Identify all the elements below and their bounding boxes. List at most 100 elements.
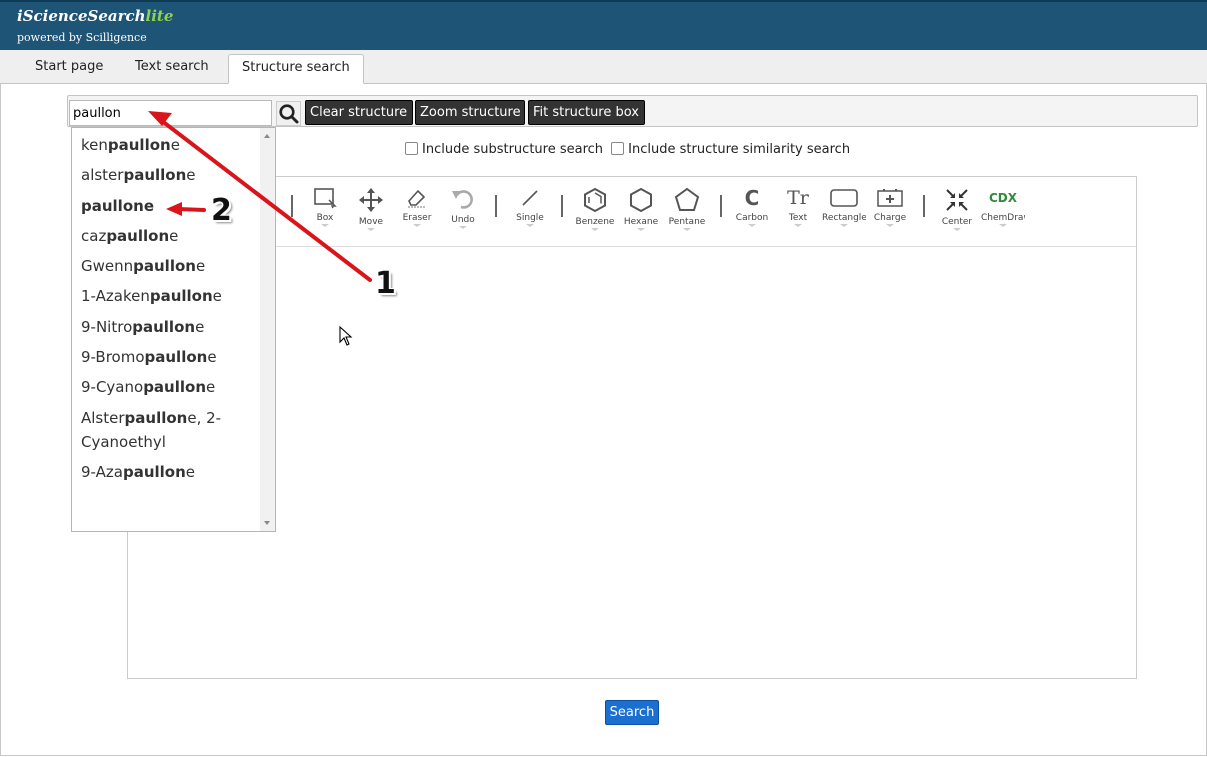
suggestion-match: paullon bbox=[107, 136, 171, 154]
app-header: iScienceSearchlite powered by Scilligenc… bbox=[0, 0, 1207, 50]
move-icon bbox=[359, 188, 383, 212]
fit-structure-box-button[interactable]: Fit structure box bbox=[528, 100, 645, 125]
text-tool[interactable]: Tr Text bbox=[776, 181, 820, 241]
suggestion-prefix: 9-Cyano bbox=[81, 378, 144, 397]
dropdown-scrollbar[interactable] bbox=[260, 128, 275, 531]
suggestion-match: paullon bbox=[149, 287, 213, 306]
charge-icon bbox=[877, 189, 903, 207]
box-tool[interactable]: Box bbox=[303, 181, 347, 241]
tab-structure-search[interactable]: Structure search bbox=[228, 54, 364, 84]
suggestion-suffix: e bbox=[207, 348, 217, 367]
suggestion-match: paullon bbox=[133, 257, 196, 276]
suggestion-prefix: alster bbox=[81, 166, 124, 185]
chemdraw-tool[interactable]: CDX ChemDraw bbox=[981, 181, 1025, 241]
undo-label: Undo bbox=[451, 215, 475, 225]
tab-bar: Start page Text search Structure search bbox=[0, 50, 1207, 84]
powered-by-text: powered by Scilligence bbox=[17, 31, 147, 44]
suggestion-match: paullon bbox=[143, 378, 206, 397]
charge-tool[interactable]: Charge bbox=[868, 181, 912, 241]
suggestion-prefix: caz bbox=[81, 226, 107, 245]
suggestion-match: paullon bbox=[144, 348, 208, 367]
suggestion-match: paullon bbox=[122, 462, 186, 481]
benzene-tool[interactable]: Benzene bbox=[573, 181, 617, 241]
benzene-icon bbox=[584, 187, 606, 213]
editor-toolbar: Box Move Eraser Undo Single Benzene Hexa… bbox=[128, 177, 1136, 247]
single-bond-tool[interactable]: Single bbox=[508, 181, 552, 241]
suggestion-suffix: e bbox=[185, 462, 195, 481]
scroll-down-icon[interactable] bbox=[264, 521, 270, 525]
carbon-tool[interactable]: C Carbon bbox=[730, 181, 774, 241]
suggestion-item[interactable]: Gwennpaullone bbox=[72, 254, 260, 278]
suggestion-item[interactable]: 1-Azakenpaullone bbox=[72, 284, 260, 308]
suggestion-item[interactable]: kenpaullone bbox=[72, 133, 260, 157]
single-bond-icon bbox=[522, 190, 538, 206]
suggestion-suffix: e bbox=[195, 317, 205, 336]
suggestion-prefix: 9-Nitro bbox=[81, 317, 133, 336]
suggestion-match: paullon bbox=[132, 317, 196, 336]
suggestion-prefix: Gwenn bbox=[81, 257, 134, 276]
brand-lite: lite bbox=[145, 7, 174, 25]
structure-editor[interactable]: Box Move Eraser Undo Single Benzene Hexa… bbox=[127, 176, 1137, 679]
suggestion-suffix: e bbox=[169, 226, 179, 245]
suggestion-suffix: e bbox=[143, 196, 154, 215]
hexagon-icon bbox=[630, 187, 652, 213]
center-tool[interactable]: Center bbox=[935, 181, 979, 241]
move-tool[interactable]: Move bbox=[349, 181, 393, 241]
toolbar-separator bbox=[495, 195, 497, 217]
chemdraw-label: ChemDraw bbox=[981, 213, 1025, 223]
eraser-icon bbox=[408, 189, 426, 208]
suggestion-match: paullon bbox=[106, 226, 170, 245]
app-logo[interactable]: iScienceSearchlite bbox=[17, 7, 173, 25]
search-button[interactable]: Search bbox=[605, 700, 659, 725]
suggestion-dropdown: kenpaullone alsterpaullone paullone cazpaul… bbox=[71, 127, 276, 532]
suggestion-item[interactable]: alsterpaullone bbox=[72, 163, 260, 187]
hexane-tool[interactable]: Hexane bbox=[619, 181, 663, 241]
structure-name-input[interactable] bbox=[69, 100, 272, 126]
undo-tool[interactable]: Undo bbox=[441, 181, 485, 241]
suggestion-prefix: 1-Azaken bbox=[81, 287, 150, 306]
clear-structure-button[interactable]: Clear structure bbox=[305, 100, 413, 125]
suggestion-suffix: e bbox=[186, 166, 196, 185]
search-options: Include substructure search Include stru… bbox=[405, 142, 850, 157]
undo-icon bbox=[452, 190, 473, 209]
suggestion-prefix: 9-Aza bbox=[81, 462, 123, 481]
toolbar-separator bbox=[720, 195, 722, 217]
text-label: Text bbox=[788, 213, 808, 223]
cdx-icon: CDX bbox=[988, 191, 1018, 205]
carbon-label: Carbon bbox=[735, 213, 769, 223]
scroll-up-icon[interactable] bbox=[264, 134, 270, 138]
substructure-checkbox[interactable] bbox=[405, 142, 418, 155]
pentane-label: Pentane bbox=[668, 217, 706, 227]
suggestion-suffix: e bbox=[170, 136, 180, 154]
suggestion-item[interactable]: Alsterpaullone, 2-Cyanoethyl bbox=[72, 406, 260, 454]
annotation-number-2: 2 bbox=[211, 193, 232, 228]
suggestion-item[interactable]: 9-Azapaullone bbox=[72, 460, 260, 484]
tab-start-page[interactable]: Start page bbox=[22, 50, 116, 83]
suggestion-item[interactable]: 9-Nitropaullone bbox=[72, 315, 260, 339]
suggestion-item[interactable]: 9-Cyanopaullone bbox=[72, 375, 260, 399]
eraser-tool[interactable]: Eraser bbox=[395, 181, 439, 241]
rectangle-icon bbox=[830, 189, 858, 207]
text-icon: Tr bbox=[787, 187, 809, 209]
suggestion-item[interactable]: 9-Bromopaullone bbox=[72, 345, 260, 369]
similarity-label: Include structure similarity search bbox=[628, 142, 851, 157]
single-label: Single bbox=[516, 213, 544, 223]
eraser-label: Eraser bbox=[402, 213, 432, 223]
box-label: Box bbox=[316, 213, 334, 223]
suggestion-suffix: e bbox=[206, 378, 216, 397]
zoom-structure-button[interactable]: Zoom structure bbox=[415, 100, 525, 125]
center-icon bbox=[946, 189, 968, 211]
tab-text-search[interactable]: Text search bbox=[122, 50, 222, 83]
magnifier-icon bbox=[279, 104, 299, 124]
suggestion-prefix: 9-Bromo bbox=[81, 348, 145, 367]
search-name-button[interactable] bbox=[276, 101, 301, 126]
suggestion-suffix: e bbox=[195, 257, 206, 276]
benzene-label: Benzene bbox=[575, 217, 615, 227]
rectangle-label: Rectangle bbox=[822, 213, 866, 223]
rectangle-tool[interactable]: Rectangle bbox=[822, 181, 866, 241]
toolbar-separator bbox=[291, 195, 293, 217]
pentane-tool[interactable]: Pentane bbox=[665, 181, 709, 241]
similarity-checkbox[interactable] bbox=[611, 142, 625, 155]
brand-name: iScienceSearch bbox=[17, 7, 146, 25]
suggestion-match: paullon bbox=[81, 196, 144, 215]
